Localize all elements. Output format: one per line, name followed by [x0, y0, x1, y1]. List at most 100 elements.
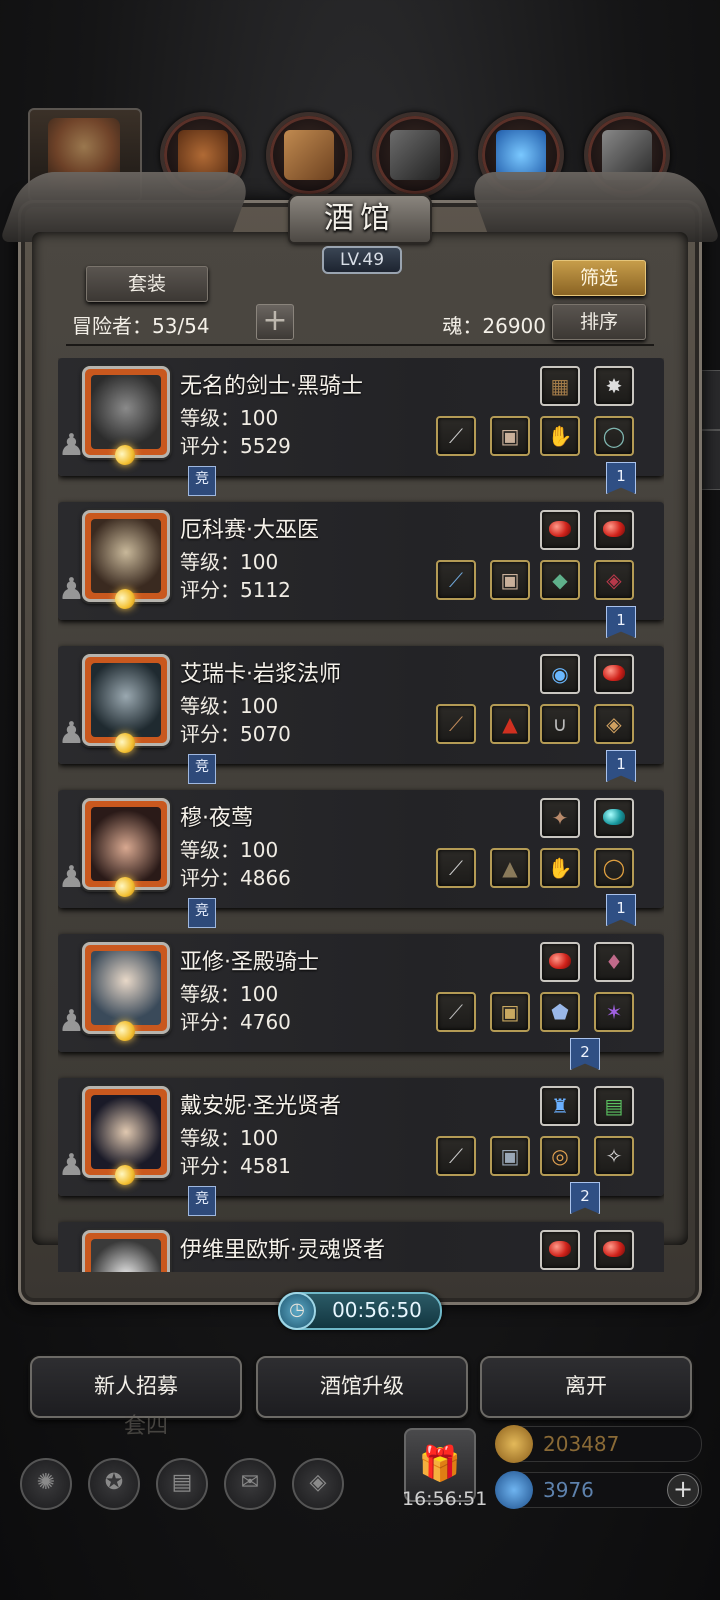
hero-card[interactable]: ♟ 亚修·圣殿骑士 等级：100 评分：4760 ♦ ⟋ ▣ ⬟ ✶	[58, 934, 664, 1052]
red-gem-icon[interactable]	[594, 1230, 634, 1270]
hero-portrait[interactable]	[82, 798, 170, 897]
claw-icon[interactable]: ✋	[540, 848, 580, 888]
hero-card[interactable]: ♟ 厄科赛·大巫医 等级：100 评分：5112 ⟋ ▣ ◆ ◈	[58, 502, 664, 620]
hero-card[interactable]: ♟ 戴安妮·圣光贤者 等级：100 评分：4581 ♜ ▤ ⟋ ▣ ◎ ✧	[58, 1078, 664, 1196]
hero-list[interactable]: ♟ 无名的剑士·黑骑士 等级：100 评分：5529 ▦ ✸ ⟋ ▣ ✋ ◯ 竞…	[58, 358, 664, 1272]
hero-level: 等级：100	[180, 406, 279, 430]
charm-icon[interactable]: ✧	[594, 1136, 634, 1176]
arena-tag: 竞	[188, 754, 216, 784]
filter-button[interactable]: 筛选	[552, 260, 646, 296]
sword-icon[interactable]: ⟋	[436, 416, 476, 456]
rank-ribbon: 1	[606, 750, 636, 782]
hero-level: 等级：100	[180, 1126, 279, 1150]
spark-icon[interactable]: ✶	[594, 992, 634, 1032]
mail-icon[interactable]: ✉	[224, 1458, 276, 1510]
gold-coin-icon	[495, 1425, 533, 1463]
lantern-icon[interactable]: ♜	[540, 1086, 580, 1126]
hero-level: 等级：100	[180, 838, 279, 862]
settings-icon[interactable]: ✺	[20, 1458, 72, 1510]
dagger-icon[interactable]: ✦	[540, 798, 580, 838]
potion-icon[interactable]: ♦	[594, 942, 634, 982]
hero-class-icon: ♟	[58, 1004, 85, 1039]
hero-portrait[interactable]	[82, 1230, 170, 1272]
wand-icon[interactable]: ⟋	[436, 704, 476, 744]
chest-icon[interactable]: ◈	[292, 1458, 344, 1510]
helmet-icon[interactable]: ▣	[490, 992, 530, 1032]
leave-button[interactable]: 离开	[480, 1356, 692, 1418]
upgrade-tavern-button[interactable]: 酒馆升级	[256, 1356, 468, 1418]
teal-gem-icon[interactable]	[594, 798, 634, 838]
hero-name: 戴安妮·圣光贤者	[180, 1094, 341, 1119]
robe-icon[interactable]: ▲	[490, 704, 530, 744]
ruby-ring-icon[interactable]: ◎	[540, 1136, 580, 1176]
red-gem-icon[interactable]	[594, 510, 634, 550]
tome-icon[interactable]: ▤	[594, 1086, 634, 1126]
red-gem-icon[interactable]	[540, 1230, 580, 1270]
gem-amount: 3976	[543, 1478, 594, 1502]
hero-name: 穆·夜莺	[180, 806, 253, 831]
hero-card[interactable]: ♟ 无名的剑士·黑骑士 等级：100 评分：5529 ▦ ✸ ⟋ ▣ ✋ ◯	[58, 358, 664, 476]
hero-class-icon: ♟	[58, 716, 85, 751]
hero-score: 评分：5529	[180, 434, 291, 458]
hero-level: 等级：100	[180, 550, 279, 574]
gold-counter: 203487	[495, 1425, 702, 1463]
tavern-level-badge: LV.49	[322, 246, 402, 274]
bracer-icon[interactable]: ◆	[540, 560, 580, 600]
hero-portrait[interactable]	[82, 1086, 170, 1185]
iron-resource-icon[interactable]	[372, 112, 458, 198]
amulet-icon[interactable]: ◈	[594, 560, 634, 600]
rank-ribbon: 2	[570, 1182, 600, 1214]
hero-level: 等级：100	[180, 982, 279, 1006]
armor-icon[interactable]: ▣	[490, 1136, 530, 1176]
hero-portrait[interactable]	[82, 366, 170, 465]
ring-icon[interactable]: ◯	[594, 416, 634, 456]
set-button[interactable]: 套装	[86, 266, 208, 302]
hero-portrait[interactable]	[82, 654, 170, 753]
arena-tag: 竞	[188, 1186, 216, 1216]
staff-icon[interactable]: ⟋	[436, 560, 476, 600]
spear-icon[interactable]: ⟋	[436, 848, 476, 888]
hero-card[interactable]: ♟ 穆·夜莺 等级：100 评分：4866 ✦ ⟋ ▲ ✋ ◯	[58, 790, 664, 908]
panel-title-text: 酒馆	[324, 201, 396, 236]
hero-score: 评分：5070	[180, 722, 291, 746]
orb-icon[interactable]: ◉	[540, 654, 580, 694]
sort-button[interactable]: 排序	[552, 304, 646, 340]
moon-badge-icon	[115, 877, 135, 897]
red-gem-icon[interactable]	[594, 654, 634, 694]
hero-portrait[interactable]	[82, 510, 170, 609]
mace-icon[interactable]: ⟋	[436, 992, 476, 1032]
pendant-icon[interactable]: ◈	[594, 704, 634, 744]
achievement-icon[interactable]: ✪	[88, 1458, 140, 1510]
hero-class-icon: ♟	[58, 860, 85, 895]
hero-card[interactable]: ♟ 艾瑞卡·岩浆法师 等级：100 评分：5070 ◉ ⟋ ▲ ∪ ◈	[58, 646, 664, 764]
cloak-icon[interactable]: ▲	[490, 848, 530, 888]
gauntlet-icon[interactable]: ✋	[540, 416, 580, 456]
hero-card[interactable]: 伊维里欧斯·灵魂贤者	[58, 1222, 664, 1272]
armor-icon[interactable]: ▣	[490, 560, 530, 600]
axe-icon[interactable]: ⟋	[436, 1136, 476, 1176]
shield-icon[interactable]: ⬟	[540, 992, 580, 1032]
soul-counter: 魂：26900	[442, 314, 546, 338]
red-gem-icon[interactable]	[540, 942, 580, 982]
ring-icon[interactable]: ◯	[594, 848, 634, 888]
red-gem-icon[interactable]	[540, 510, 580, 550]
hero-class-icon: ♟	[58, 428, 85, 463]
rune-icon[interactable]: ✸	[594, 366, 634, 406]
divider	[66, 344, 654, 346]
hero-level: 等级：100	[180, 694, 279, 718]
arena-tag: 竞	[188, 466, 216, 496]
hero-score: 评分：4581	[180, 1154, 291, 1178]
crate-icon[interactable]: ▦	[540, 366, 580, 406]
add-gems-button[interactable]: +	[667, 1474, 699, 1506]
wood-resource-icon[interactable]	[266, 112, 352, 198]
hero-name: 艾瑞卡·岩浆法师	[180, 662, 341, 687]
armor-icon[interactable]: ▣	[490, 416, 530, 456]
moon-badge-icon	[115, 1165, 135, 1185]
add-slot-button[interactable]: +	[256, 304, 294, 340]
book-icon[interactable]: ▤	[156, 1458, 208, 1510]
hero-portrait[interactable]	[82, 942, 170, 1041]
rank-ribbon: 2	[570, 1038, 600, 1070]
necklace-icon[interactable]: ∪	[540, 704, 580, 744]
hero-name: 无名的剑士·黑骑士	[180, 374, 363, 399]
moon-badge-icon	[115, 1021, 135, 1041]
